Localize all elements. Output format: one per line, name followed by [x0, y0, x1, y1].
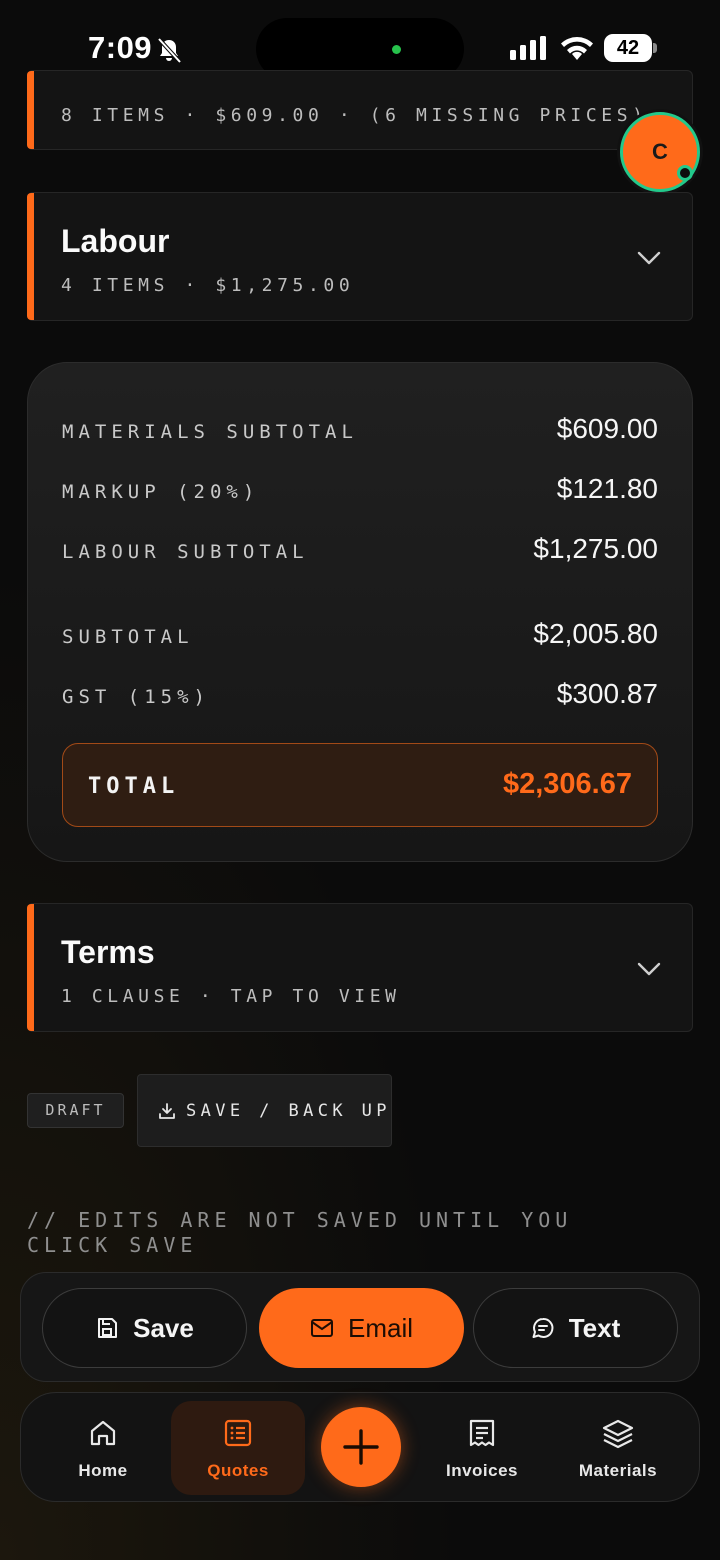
- terms-section-card[interactable]: Terms 1 CLAUSE · TAP TO VIEW: [27, 903, 693, 1032]
- totals-row-materials-subtotal: MATERIALS SUBTOTAL $609.00: [62, 413, 658, 453]
- grand-total-label: TOTAL: [88, 774, 180, 799]
- quote-action-bar: Save Email Text: [20, 1272, 700, 1382]
- signal-icon: [510, 36, 546, 60]
- bell-slash-icon: [157, 37, 182, 64]
- save-button[interactable]: Save: [42, 1288, 247, 1368]
- terms-section-meta: 1 CLAUSE · TAP TO VIEW: [61, 986, 401, 1007]
- totals-row-value: $1,275.00: [533, 533, 658, 564]
- layers-icon: [602, 1419, 634, 1449]
- nav-item-quotes[interactable]: Quotes: [171, 1401, 305, 1495]
- nav-label-quotes: Quotes: [207, 1461, 269, 1480]
- nav-label-invoices: Invoices: [445, 1461, 519, 1480]
- list-icon: [224, 1419, 252, 1447]
- totals-row-value: $300.87: [556, 678, 658, 709]
- mail-icon: [310, 1319, 333, 1337]
- labour-section-card[interactable]: Labour 4 ITEMS · $1,275.00: [27, 192, 693, 321]
- nav-item-invoices[interactable]: Invoices: [415, 1401, 549, 1495]
- totals-row-labour-subtotal: LABOUR SUBTOTAL $1,275.00: [62, 533, 658, 573]
- message-icon: [532, 1317, 554, 1338]
- totals-row-label: LABOUR SUBTOTAL: [62, 541, 309, 563]
- new-item-fab-button[interactable]: [321, 1407, 401, 1487]
- wifi-icon: [561, 37, 593, 60]
- totals-row-label: MARKUP (20%): [62, 481, 260, 503]
- battery-cap: [653, 43, 657, 53]
- status-time: 7:09: [88, 30, 153, 65]
- text-button[interactable]: Text: [473, 1288, 678, 1368]
- save-button-label: Save: [133, 1312, 194, 1343]
- chevron-down-icon[interactable]: [636, 961, 662, 977]
- materials-section-meta: 8 ITEMS · $609.00 · (6 MISSING PRICES): [61, 105, 648, 126]
- totals-row-value: $2,005.80: [533, 618, 658, 649]
- totals-row-value: $121.80: [556, 473, 658, 504]
- nav-label-home: Home: [78, 1461, 128, 1480]
- save-backup-button[interactable]: SAVE / BACK UP: [137, 1074, 392, 1147]
- text-button-label: Text: [568, 1312, 621, 1343]
- materials-section-card[interactable]: 8 ITEMS · $609.00 · (6 MISSING PRICES): [27, 70, 693, 150]
- totals-row-label: MATERIALS SUBTOTAL: [62, 421, 358, 443]
- totals-row-label: GST (15%): [62, 686, 210, 708]
- plus-icon: [343, 1429, 379, 1465]
- labour-section-meta: 4 ITEMS · $1,275.00: [61, 275, 355, 296]
- bottom-navigation: Home Quotes Invoices Materials: [20, 1392, 700, 1502]
- labour-section-title: Labour: [61, 223, 170, 259]
- online-status-dot: [677, 165, 693, 181]
- grand-total-value: $2,306.67: [502, 768, 632, 800]
- totals-row-gst: GST (15%) $300.87: [62, 678, 658, 718]
- totals-row-markup: MARKUP (20%) $121.80: [62, 473, 658, 513]
- receipt-icon: [469, 1419, 495, 1447]
- email-button-label: Email: [347, 1312, 413, 1343]
- save-icon: [98, 1318, 118, 1338]
- unsaved-edits-note: // EDITS ARE NOT SAVED UNTIL YOU CLICK S…: [27, 1208, 573, 1257]
- save-backup-label: SAVE / BACK UP: [186, 1101, 391, 1121]
- battery-level: 42: [604, 34, 652, 62]
- email-button[interactable]: Email: [259, 1288, 464, 1368]
- terms-section-title: Terms: [61, 934, 155, 970]
- home-icon: [90, 1420, 116, 1446]
- chevron-down-icon[interactable]: [636, 250, 662, 266]
- totals-row-subtotal: SUBTOTAL $2,005.80: [62, 618, 658, 658]
- grand-total-box: TOTAL $2,306.67: [62, 743, 658, 827]
- camera-indicator: [392, 45, 401, 54]
- draft-status-badge: DRAFT: [27, 1093, 124, 1128]
- download-icon: [159, 1103, 175, 1119]
- totals-row-value: $609.00: [556, 413, 658, 444]
- nav-item-home[interactable]: Home: [36, 1401, 170, 1495]
- totals-row-label: SUBTOTAL: [62, 626, 194, 648]
- nav-item-materials[interactable]: Materials: [551, 1401, 685, 1495]
- nav-label-materials: Materials: [578, 1461, 658, 1480]
- battery-indicator: 42: [604, 34, 657, 62]
- avatar[interactable]: C: [620, 112, 700, 192]
- quote-totals-panel: MATERIALS SUBTOTAL $609.00 MARKUP (20%) …: [27, 362, 693, 862]
